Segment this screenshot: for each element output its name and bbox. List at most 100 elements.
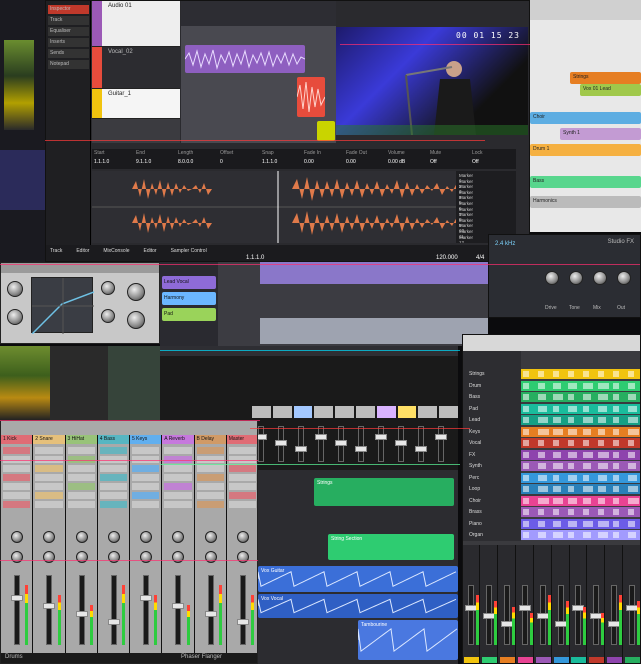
arrange-clip[interactable]: String Section: [328, 534, 454, 560]
pan-knob[interactable]: [11, 551, 24, 563]
clip-slot[interactable]: [132, 465, 160, 472]
logic-track-name[interactable]: Loop: [469, 486, 480, 492]
clip-slot[interactable]: [3, 483, 31, 490]
clip-slot[interactable]: [3, 465, 31, 472]
logic-track-name[interactable]: Lead: [469, 417, 480, 423]
gain-knob[interactable]: [127, 283, 145, 301]
clip-slot[interactable]: [3, 492, 31, 499]
clip-slot[interactable]: [35, 483, 63, 490]
center-clip[interactable]: Harmony: [162, 292, 216, 305]
logic-track-name[interactable]: FX: [469, 452, 475, 458]
clip-slot[interactable]: [35, 501, 63, 508]
synth-knob-out[interactable]: [617, 271, 631, 285]
channel-fader[interactable]: [78, 575, 85, 645]
clip-slot[interactable]: [132, 447, 160, 454]
mix-knob[interactable]: [127, 311, 145, 329]
pan-knob[interactable]: [43, 551, 56, 563]
mini-fader[interactable]: [258, 426, 264, 462]
mini-fader[interactable]: [418, 426, 424, 462]
pan-knob[interactable]: [204, 551, 217, 563]
clip-slot[interactable]: [132, 474, 160, 481]
logic-track-name[interactable]: Perc: [469, 475, 479, 481]
tab-3[interactable]: Editor: [144, 248, 157, 254]
arrange-clip[interactable]: Tambourine: [358, 620, 458, 660]
marker-list-item[interactable]: Marker 12: [459, 235, 473, 243]
clip-slot[interactable]: [35, 447, 63, 454]
channel-fader[interactable]: [207, 575, 214, 645]
logic-fader[interactable]: [521, 585, 528, 645]
event-column-value[interactable]: 0.00: [304, 159, 340, 167]
inspector-item[interactable]: Sends: [48, 49, 89, 58]
arranger-clip[interactable]: Synth 1: [560, 128, 641, 140]
channel-fader[interactable]: [14, 575, 21, 645]
tab-2[interactable]: MixConsole: [103, 248, 129, 254]
clip-slot[interactable]: [164, 465, 192, 472]
clip-slot[interactable]: [228, 483, 256, 490]
event-column-value[interactable]: 8.0.0.0: [178, 159, 214, 167]
logic-fader[interactable]: [468, 585, 474, 645]
clip-slot[interactable]: [35, 474, 63, 481]
arranger-clip[interactable]: Choir: [530, 112, 641, 124]
inspector-item[interactable]: Notepad: [48, 60, 89, 69]
fader-cap[interactable]: [107, 619, 120, 625]
pan-knob[interactable]: [75, 551, 88, 563]
logic-track-name[interactable]: Vocal: [469, 440, 481, 446]
ratio-knob[interactable]: [7, 309, 23, 325]
clip-slot[interactable]: [99, 456, 127, 463]
mini-fader-cap[interactable]: [415, 446, 427, 452]
clip-slot[interactable]: [35, 456, 63, 463]
arranger-clip[interactable]: Drum 1: [530, 144, 641, 156]
logic-region[interactable]: [521, 426, 640, 437]
logic-region[interactable]: [521, 415, 640, 425]
clip-slot[interactable]: [164, 492, 192, 499]
tab-1[interactable]: Editor: [76, 248, 89, 254]
clip-slot[interactable]: [196, 447, 224, 454]
clip-slot[interactable]: [164, 474, 192, 481]
clip-slot[interactable]: [196, 474, 224, 481]
event-column-value[interactable]: 9.1.1.0: [136, 159, 172, 167]
mini-fader[interactable]: [318, 426, 324, 462]
logic-fader[interactable]: [575, 585, 582, 645]
logic-fader[interactable]: [557, 585, 564, 645]
fader-cap[interactable]: [204, 611, 217, 617]
mini-fader-cap[interactable]: [275, 440, 287, 446]
audio-clip[interactable]: [297, 77, 325, 117]
send-knob[interactable]: [236, 531, 249, 543]
clip-slot[interactable]: [99, 492, 127, 499]
logic-region[interactable]: [521, 530, 640, 540]
logic-region[interactable]: [521, 461, 640, 471]
threshold-knob[interactable]: [7, 281, 23, 297]
synth-knob-tone[interactable]: [569, 271, 583, 285]
event-column-value[interactable]: 1.1.1.0: [94, 159, 130, 167]
tab-4[interactable]: Sampler Control: [171, 248, 207, 254]
clip-slot[interactable]: [132, 456, 160, 463]
logic-track-name[interactable]: Organ: [469, 532, 483, 538]
center-clip[interactable]: Lead Vocal: [162, 276, 216, 289]
audio-clip[interactable]: [185, 45, 305, 73]
center-clip[interactable]: Pad: [162, 308, 216, 321]
mini-fader-cap[interactable]: [355, 446, 367, 452]
send-knob[interactable]: [11, 531, 24, 543]
track-row-2[interactable]: Guitar_1: [92, 89, 180, 119]
event-column-value[interactable]: 0.00 dB: [388, 159, 424, 167]
logic-track-name[interactable]: Strings: [469, 371, 485, 377]
logic-region[interactable]: [521, 392, 640, 402]
clip-slot[interactable]: [3, 456, 31, 463]
fader-cap[interactable]: [43, 603, 56, 609]
attack-knob[interactable]: [101, 281, 115, 295]
logic-region[interactable]: [521, 495, 640, 506]
logic-track-name[interactable]: Brass: [469, 509, 482, 515]
channel-fader[interactable]: [143, 575, 150, 645]
arrange-clip[interactable]: Strings: [314, 478, 454, 506]
channel-header[interactable]: B Delay: [194, 435, 226, 444]
mini-fader-cap[interactable]: [395, 440, 407, 446]
arrange-clip[interactable]: Vox Guitar: [258, 566, 458, 592]
clip-slot[interactable]: [196, 456, 224, 463]
logic-track-name[interactable]: Bass: [469, 394, 480, 400]
logic-region[interactable]: [521, 380, 640, 391]
release-knob[interactable]: [101, 309, 115, 323]
mini-fader[interactable]: [358, 426, 364, 462]
send-knob[interactable]: [43, 531, 56, 543]
tab-0[interactable]: Track: [50, 248, 62, 254]
logic-region[interactable]: [521, 472, 640, 483]
